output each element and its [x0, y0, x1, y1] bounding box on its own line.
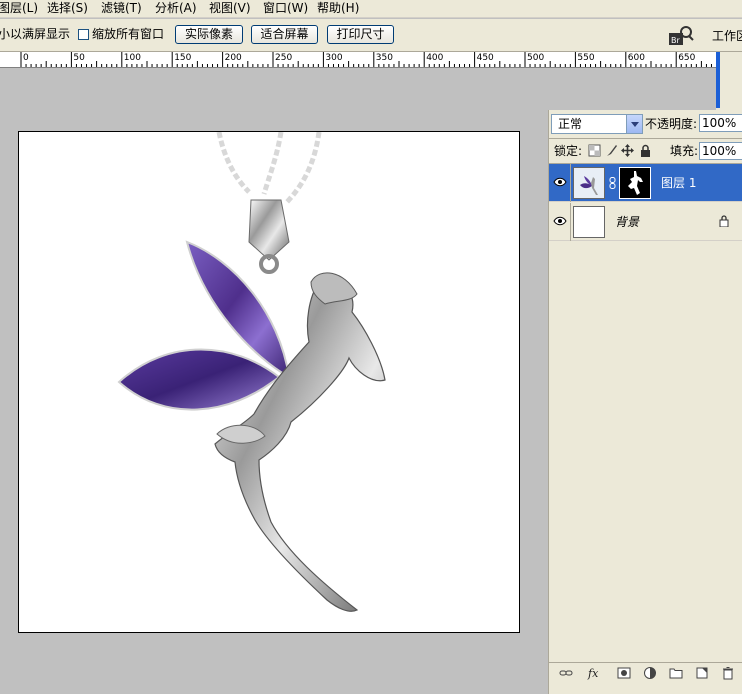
blend-mode-select[interactable]: 正常: [551, 114, 643, 134]
svg-text:fx: fx: [587, 667, 599, 680]
lock-brush-icon[interactable]: [605, 144, 618, 157]
new-layer-icon[interactable]: [695, 666, 709, 680]
mask-silhouette: [620, 168, 650, 198]
options-bar: 小以满屏显示 缩放所有窗口 实际像素 适合屏幕 打印尺寸 Br 工作区: [0, 19, 742, 52]
menu-layer[interactable]: 图层(L): [0, 1, 38, 15]
menu-window[interactable]: 窗口(W): [263, 1, 308, 15]
ruler-ticks: [20, 52, 712, 67]
fx-icon[interactable]: fx: [587, 666, 601, 680]
ruler-label: 350: [375, 53, 393, 63]
zoom-all-windows-label: 缩放所有窗口: [92, 27, 165, 41]
panel-divider: [549, 138, 742, 139]
eye-icon: [553, 216, 567, 226]
layer-mask-thumbnail[interactable]: [619, 167, 651, 199]
menu-analysis[interactable]: 分析(A): [155, 1, 197, 15]
print-size-button[interactable]: 打印尺寸: [327, 25, 394, 44]
menu-filter[interactable]: 滤镜(T): [101, 1, 142, 15]
ruler-label: 250: [275, 53, 293, 63]
menu-select[interactable]: 选择(S): [47, 1, 88, 15]
fit-screen-option-label[interactable]: 小以满屏显示: [0, 27, 70, 41]
ruler-label: 550: [577, 53, 595, 63]
document-canvas[interactable]: [18, 131, 520, 633]
ruler-label: 150: [174, 53, 192, 63]
lock-icon: [719, 215, 729, 227]
menu-view[interactable]: 视图(V): [209, 1, 251, 15]
panel-scroll-indicator[interactable]: [716, 52, 720, 108]
ruler-label: 650: [678, 53, 696, 63]
ruler-label: 450: [476, 53, 494, 63]
mask-link-icon[interactable]: [609, 177, 616, 189]
bridge-icon[interactable]: Br: [668, 25, 694, 47]
horizontal-ruler: 0 50 100 150 200 250 300 350 400 450 500 550 600 650: [0, 52, 716, 68]
pendant-thumbnail: [574, 168, 604, 198]
layer-name[interactable]: 背景: [615, 215, 639, 229]
menu-bar: 图层(L) 选择(S) 滤镜(T) 分析(A) 视图(V) 窗口(W) 帮助(H…: [0, 0, 742, 18]
group-folder-icon[interactable]: [669, 666, 683, 680]
layers-panel-footer: fx: [549, 662, 742, 682]
ruler-label: 100: [123, 53, 141, 63]
fairy-pendant-image: [117, 132, 386, 612]
fill-input[interactable]: 100%: [699, 142, 742, 160]
ruler-label: 200: [224, 53, 242, 63]
trash-icon[interactable]: [721, 666, 735, 680]
ruler-label: 50: [73, 53, 85, 63]
chevron-down-icon[interactable]: [626, 115, 642, 133]
canvas-area[interactable]: [0, 68, 548, 694]
ruler-label: 400: [426, 53, 444, 63]
lock-move-icon[interactable]: [621, 144, 634, 157]
menu-help[interactable]: 帮助(H): [317, 1, 359, 15]
ruler-label: 0: [23, 53, 29, 63]
layer-thumbnail[interactable]: [573, 206, 605, 238]
fit-screen-button[interactable]: 适合屏幕: [251, 25, 318, 44]
opacity-input[interactable]: 100%: [699, 114, 742, 132]
zoom-all-windows-checkbox[interactable]: [78, 29, 89, 40]
mask-icon[interactable]: [617, 666, 631, 680]
eye-icon: [553, 177, 567, 187]
blend-mode-value: 正常: [558, 117, 583, 131]
actual-pixels-button[interactable]: 实际像素: [175, 25, 243, 44]
layer-thumbnail[interactable]: [573, 167, 605, 199]
bridge-icon-text: Br: [671, 36, 680, 45]
visibility-toggle[interactable]: [549, 164, 571, 202]
ruler-label: 300: [325, 53, 343, 63]
layer-name[interactable]: 图层 1: [661, 176, 696, 190]
link-icon[interactable]: [559, 666, 573, 680]
visibility-toggle[interactable]: [549, 203, 571, 241]
opacity-label: 不透明度:: [645, 117, 698, 131]
fill-label: 填充:: [670, 144, 699, 158]
layers-panel: 正常 不透明度: 100% 锁定: 填充: 100% 图层 1 背景 fx: [548, 110, 742, 694]
lock-all-icon[interactable]: [639, 144, 652, 157]
ruler-label: 500: [527, 53, 545, 63]
ruler-label: 600: [627, 53, 645, 63]
layer-row-background[interactable]: 背景: [549, 203, 742, 241]
lock-label: 锁定:: [554, 144, 583, 158]
workspace-menu[interactable]: 工作区: [712, 27, 742, 44]
lock-transparency-icon[interactable]: [588, 144, 601, 157]
adjustment-icon[interactable]: [643, 666, 657, 680]
layer-row-layer-1[interactable]: 图层 1: [549, 164, 742, 202]
